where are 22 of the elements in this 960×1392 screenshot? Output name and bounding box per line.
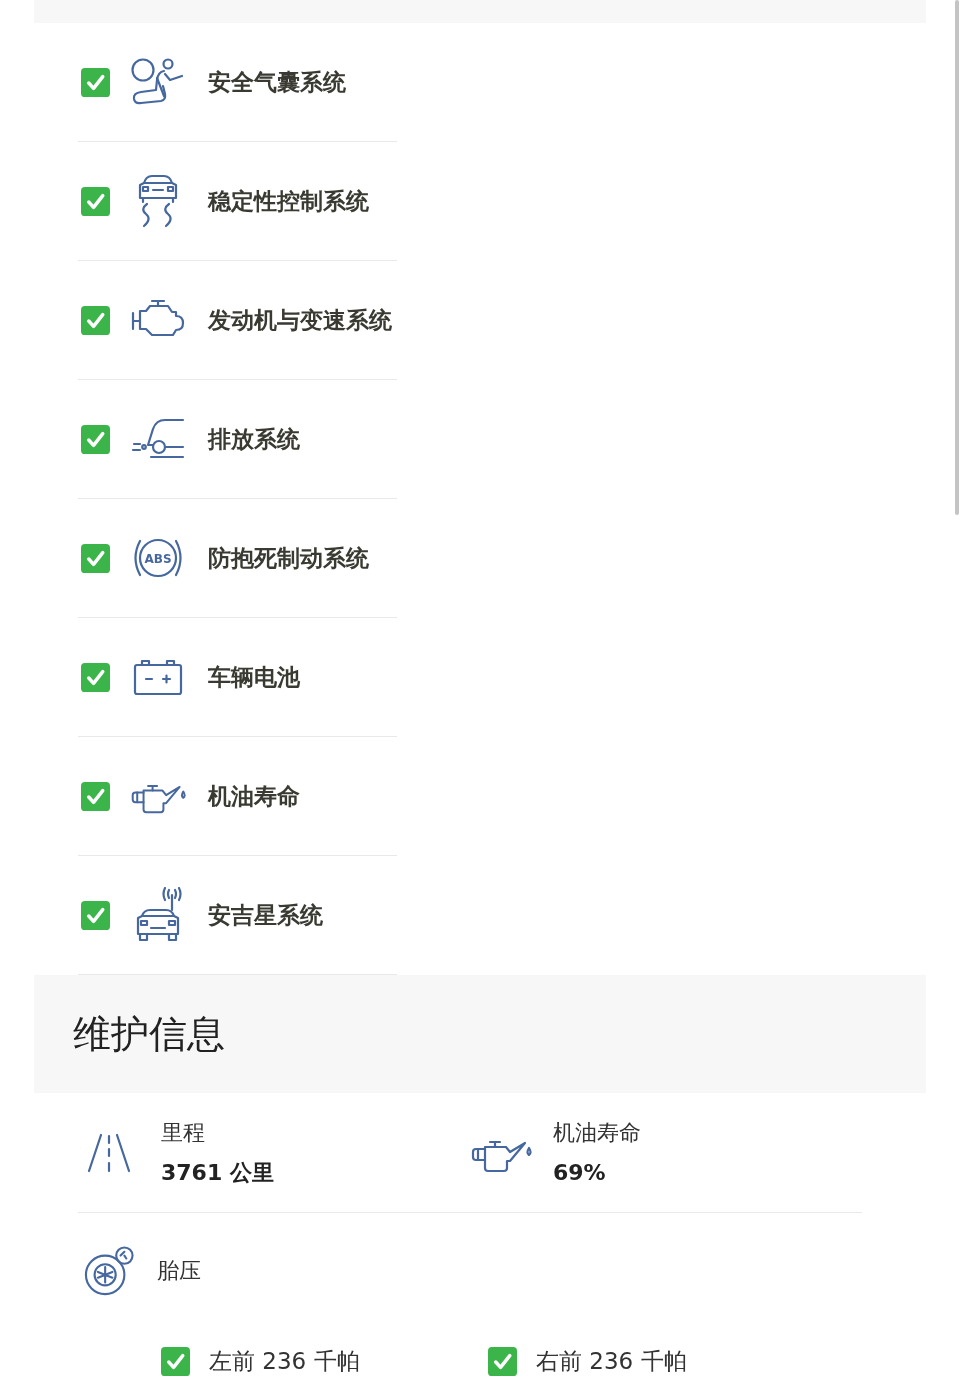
stat-value: 69% bbox=[553, 1158, 607, 1187]
system-name: 发动机与变速系统 bbox=[208, 305, 392, 335]
section-title: 维护信息 bbox=[73, 1010, 225, 1058]
tire-gauge-icon bbox=[84, 1246, 134, 1296]
car-exhaust-icon bbox=[131, 417, 185, 461]
stat-label: 里程 bbox=[161, 1118, 206, 1147]
system-name: 车辆电池 bbox=[208, 662, 300, 692]
system-name: 稳定性控制系统 bbox=[208, 186, 369, 216]
scrollbar-thumb[interactable] bbox=[955, 0, 959, 515]
tire-pressure-reading: 右前 236 千帕 bbox=[536, 1347, 687, 1376]
tire-pressure-label: 胎压 bbox=[157, 1257, 201, 1285]
system-name: 排放系统 bbox=[208, 424, 300, 454]
stat-value: 3761 公里 bbox=[161, 1158, 274, 1187]
airbag-icon bbox=[130, 57, 186, 107]
system-name: 安吉星系统 bbox=[208, 900, 323, 930]
system-name: 机油寿命 bbox=[208, 781, 300, 811]
battery-icon bbox=[132, 657, 184, 697]
tire-pressure-reading: 左前 236 千帕 bbox=[209, 1347, 360, 1376]
road-icon bbox=[87, 1132, 131, 1173]
stat-label: 机油寿命 bbox=[553, 1118, 641, 1147]
system-name: 防抱死制动系统 bbox=[208, 543, 369, 573]
system-name: 安全气囊系统 bbox=[208, 67, 346, 97]
